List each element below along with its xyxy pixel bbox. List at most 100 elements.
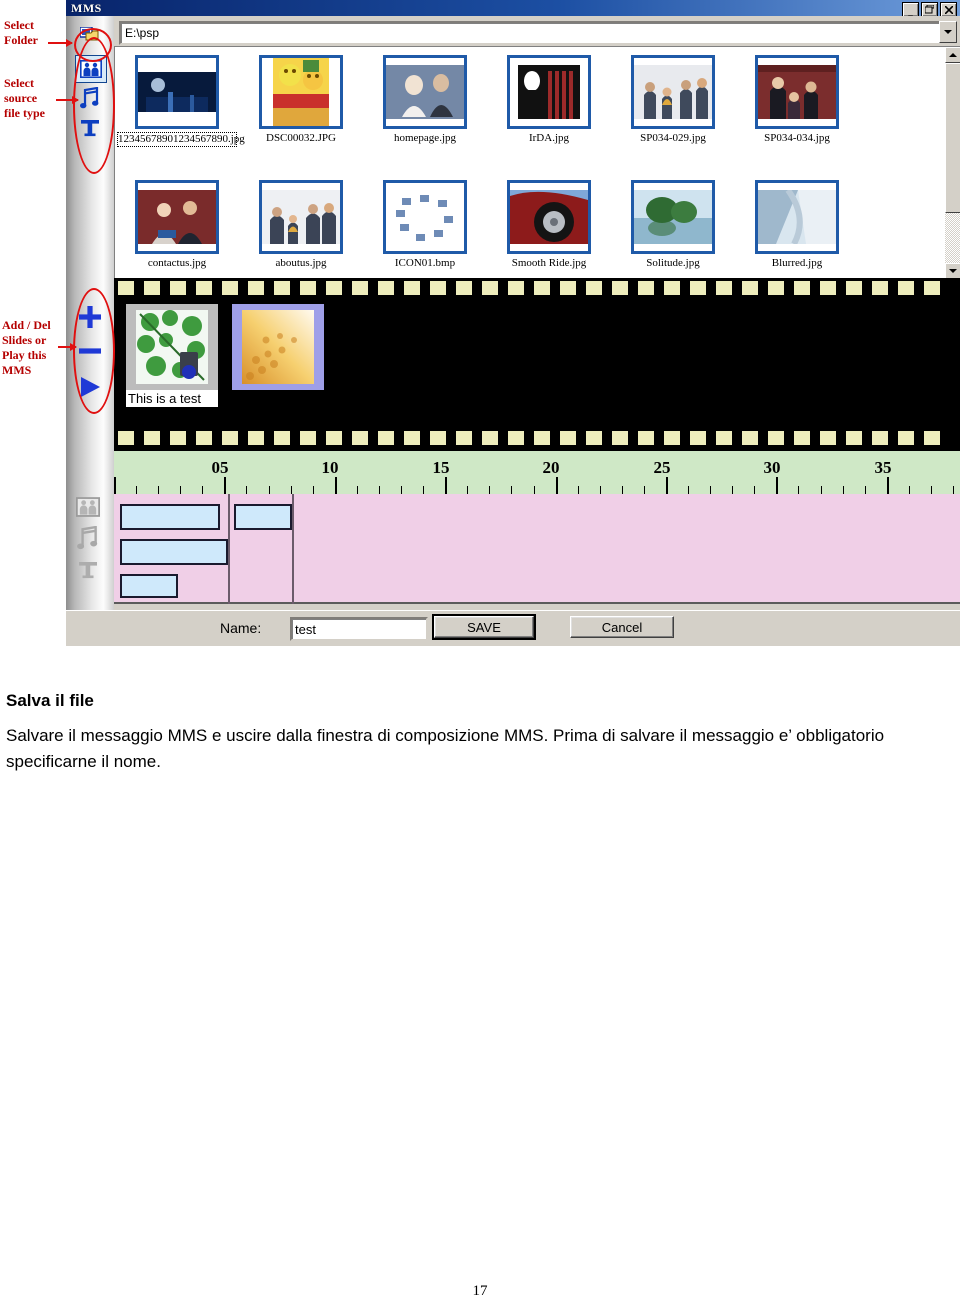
ruler-label: 20 xyxy=(542,458,560,477)
file-thumbnail xyxy=(631,55,715,129)
page-number: 17 xyxy=(472,1283,488,1299)
file-item[interactable]: SP034-029.jpg xyxy=(611,55,735,147)
file-thumbnail xyxy=(755,180,839,254)
file-label: DSC00032.JPG xyxy=(266,132,336,144)
file-thumbnail xyxy=(507,180,591,254)
annotation-arrow-source xyxy=(56,96,79,104)
file-item[interactable]: homepage.jpg xyxy=(363,55,487,147)
segment-divider xyxy=(292,494,294,604)
ruler-tick xyxy=(643,486,645,494)
restore-button[interactable] xyxy=(921,2,938,17)
track-icon-gutter xyxy=(66,494,114,610)
save-button[interactable]: SAVE xyxy=(432,614,536,640)
file-item[interactable]: ICON01.bmp xyxy=(363,180,487,270)
scroll-up-button[interactable] xyxy=(945,47,960,63)
ruler-label: 30 xyxy=(763,458,781,477)
page-heading: Salva il file xyxy=(6,691,94,710)
ruler-tick xyxy=(489,486,491,494)
film-perforations-bottom xyxy=(114,431,960,445)
slide-filmstrip[interactable]: This is a test xyxy=(114,278,960,448)
annotation-arrow-adddel xyxy=(58,343,77,351)
clip-image-1[interactable] xyxy=(120,504,220,530)
ruler-tick xyxy=(908,486,910,494)
ruler-tick xyxy=(158,486,160,494)
scrollbar-track[interactable] xyxy=(945,63,960,263)
ruler-tick xyxy=(710,486,712,494)
ruler-tick xyxy=(555,477,558,494)
ruler-tick xyxy=(312,486,314,494)
ruler-tick xyxy=(246,486,248,494)
cancel-button[interactable]: Cancel xyxy=(570,616,674,638)
file-item[interactable]: IrDA.jpg xyxy=(487,55,611,147)
ruler-label: 35 xyxy=(874,458,892,477)
folder-path-input[interactable]: E:\psp xyxy=(119,21,941,45)
file-row-1: 12345678901234567890.jpg DSC00032.JPG ho… xyxy=(115,55,859,147)
file-label: SP034-029.jpg xyxy=(640,132,706,144)
name-input[interactable]: test xyxy=(290,617,428,641)
file-item[interactable]: contactus.jpg xyxy=(115,180,239,270)
scrollbar-thumb[interactable] xyxy=(945,63,960,213)
close-button[interactable] xyxy=(940,2,957,17)
file-item[interactable]: 12345678901234567890.jpg xyxy=(115,55,245,147)
annotation-oval-source xyxy=(73,37,115,174)
file-label: 12345678901234567890.jpg xyxy=(117,132,245,147)
track-text-icon xyxy=(78,560,98,585)
ruler-tick xyxy=(511,486,513,494)
file-thumbnail xyxy=(259,55,343,129)
ruler-tick xyxy=(776,477,779,494)
file-thumbnail xyxy=(135,55,219,129)
minimize-button[interactable]: _ xyxy=(902,2,919,17)
file-item[interactable]: Blurred.jpg xyxy=(735,180,859,270)
clip-audio-1[interactable] xyxy=(120,539,228,565)
ruler-tick xyxy=(754,486,756,494)
ruler-tick xyxy=(378,486,380,494)
window-titlebar: MMS _ xyxy=(66,0,960,17)
slide-thumbnail xyxy=(126,304,218,390)
ruler-tick xyxy=(577,486,579,494)
ruler-tick xyxy=(423,486,425,494)
ruler-tick xyxy=(533,486,535,494)
ruler-tick xyxy=(290,486,292,494)
ruler-tick xyxy=(798,486,800,494)
file-label: homepage.jpg xyxy=(393,132,456,144)
segment-divider xyxy=(228,494,230,604)
timeline-tracks xyxy=(66,494,960,610)
file-row-2: contactus.jpg aboutus.jpg ICON01.bmp Smo… xyxy=(115,180,859,270)
ruler-label: 25 xyxy=(653,458,671,477)
ruler-tick xyxy=(732,486,734,494)
file-thumbnail xyxy=(259,180,343,254)
file-browser-pane[interactable]: 12345678901234567890.jpg DSC00032.JPG ho… xyxy=(114,46,960,279)
ruler-tick xyxy=(842,486,844,494)
ruler-tick xyxy=(621,486,623,494)
file-item[interactable]: SP034-034.jpg xyxy=(735,55,859,147)
ruler-tick xyxy=(401,486,403,494)
name-input-value: test xyxy=(295,621,316,637)
ruler-tick xyxy=(953,486,955,494)
folder-path-dropdown-button[interactable] xyxy=(939,21,957,43)
file-item[interactable]: aboutus.jpg xyxy=(239,180,363,270)
slide-item[interactable]: This is a test xyxy=(126,304,218,407)
browser-vertical-scrollbar[interactable] xyxy=(945,47,960,279)
ruler-label: 15 xyxy=(432,458,450,477)
file-item[interactable]: Smooth Ride.jpg xyxy=(487,180,611,270)
ruler-tick xyxy=(688,486,690,494)
scroll-down-button[interactable] xyxy=(945,263,960,279)
slide-item[interactable] xyxy=(232,304,324,390)
file-thumbnail xyxy=(135,180,219,254)
clip-image-2[interactable] xyxy=(234,504,292,530)
folder-path-value: E:\psp xyxy=(125,26,160,40)
file-item[interactable]: Solitude.jpg xyxy=(611,180,735,270)
name-label: Name: xyxy=(220,620,262,636)
page-body-text: Salvare il messaggio MMS e uscire dalla … xyxy=(6,726,885,771)
file-item[interactable]: DSC00032.JPG xyxy=(239,55,363,147)
clip-text-1[interactable] xyxy=(120,574,178,598)
file-label: aboutus.jpg xyxy=(275,257,327,269)
file-thumbnail xyxy=(631,180,715,254)
ruler-tick xyxy=(334,477,337,494)
track-canvas[interactable] xyxy=(114,494,960,604)
bottom-action-bar: Name: test SAVE Cancel xyxy=(66,610,960,646)
file-label: SP034-034.jpg xyxy=(764,132,830,144)
mms-application-window: MMS _ E:\psp 12345678901234567890.jpg DS… xyxy=(66,0,960,646)
file-label: Blurred.jpg xyxy=(771,257,823,269)
window-title: MMS xyxy=(71,0,102,15)
